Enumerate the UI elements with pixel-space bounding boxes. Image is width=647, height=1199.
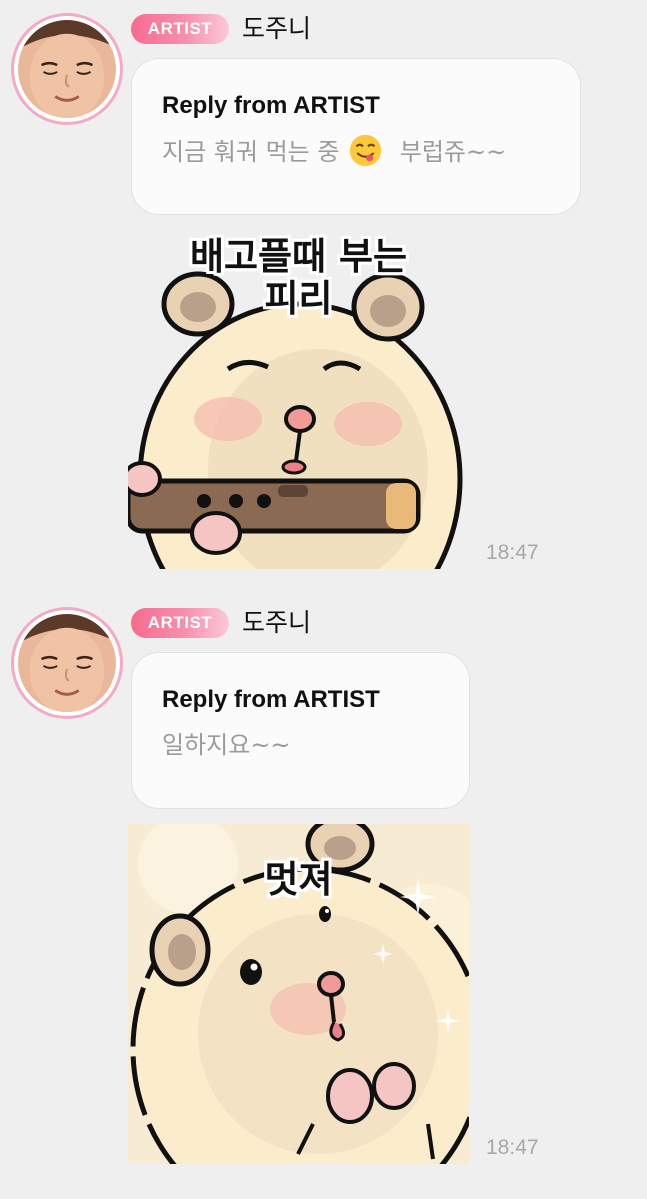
hamster-flute-sticker[interactable]: 배고플때 부는 피리 [128, 229, 469, 569]
hamster-wow-sticker[interactable]: 멋져 [128, 824, 469, 1164]
reply-bubble[interactable]: Reply from ARTIST 지금 훠궈 먹는 중 부럽쥬~~ [131, 58, 581, 215]
artist-badge: ARTIST [131, 14, 229, 44]
sticker-caption-line2: 피리 [264, 277, 333, 320]
reply-title: Reply from ARTIST [162, 92, 380, 119]
reply-text: 지금 훠궈 먹는 중 부럽쥬~~ [162, 134, 550, 169]
reply-text: 일하지요~~ [162, 731, 291, 759]
sticker-caption: 멋져 [264, 858, 333, 901]
reply-bubble[interactable]: Reply from ARTIST 일하지요~~ [131, 652, 470, 809]
message-time: 18:47 [486, 1136, 539, 1159]
sticker-caption-line1: 배고플때 부는 [189, 235, 408, 278]
reply-text-part: 부럽쥬~~ [399, 138, 507, 166]
reply-title: Reply from ARTIST [162, 686, 380, 713]
sender-name[interactable]: 도주니 [242, 607, 311, 639]
reply-text-part: 지금 훠궈 먹는 중 [162, 138, 340, 166]
avatar-photo [14, 16, 120, 122]
message-time: 18:47 [486, 541, 539, 564]
artist-badge: ARTIST [131, 608, 229, 638]
face-photo-icon [18, 614, 116, 712]
yum-face-emoji-icon [349, 134, 382, 167]
face-photo-icon [18, 20, 116, 118]
artist-avatar[interactable] [11, 607, 123, 719]
artist-avatar[interactable] [11, 13, 123, 125]
sender-name[interactable]: 도주니 [242, 13, 311, 45]
avatar-photo [14, 610, 120, 716]
